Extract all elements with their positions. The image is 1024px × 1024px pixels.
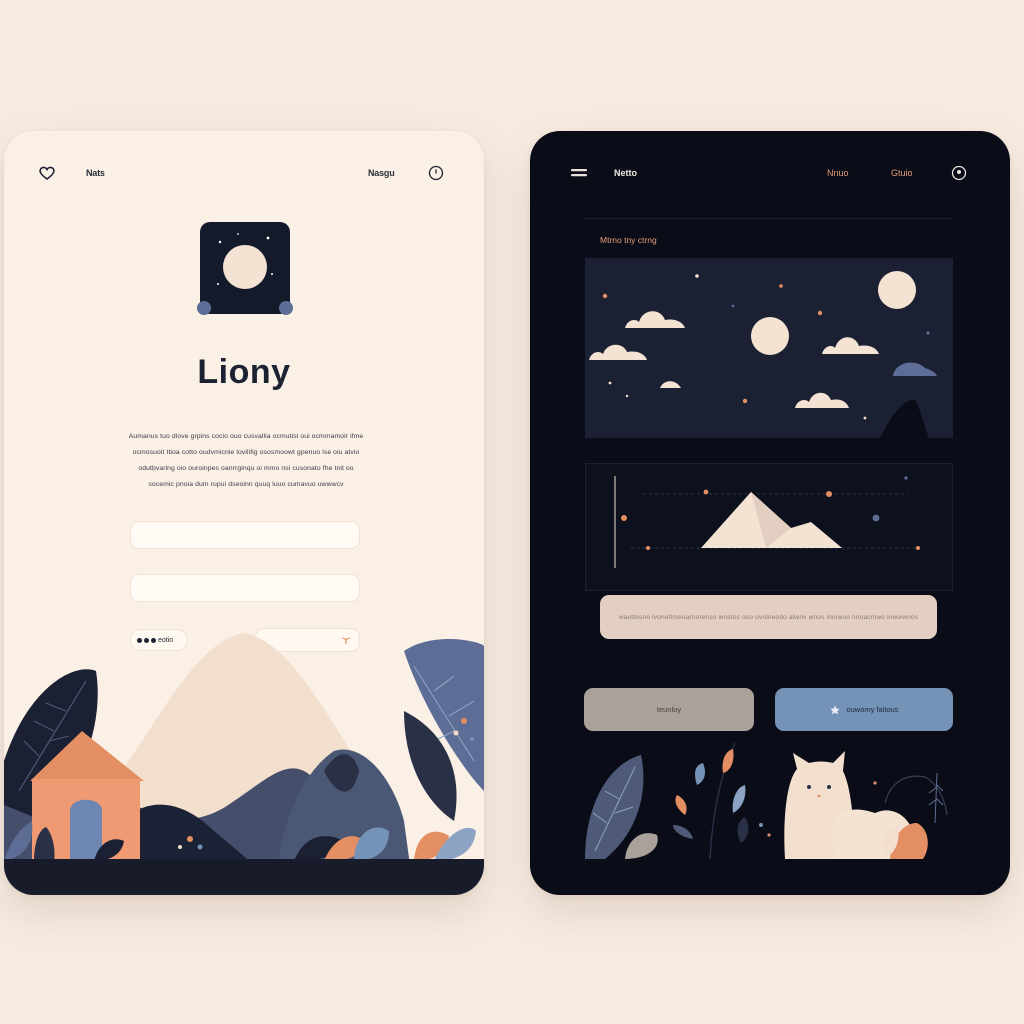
primary-button-label: ouwomy faltous	[846, 705, 899, 714]
logo-dot-right	[279, 301, 293, 315]
mountain-illustration	[614, 476, 920, 568]
nav-link-left[interactable]: Nats	[86, 168, 105, 178]
dark-nav-link-1[interactable]: Nnuo	[827, 168, 849, 178]
cta-banner[interactable]: wauttesno ivoneltmeuarnorenso wnstos oso…	[600, 595, 937, 639]
hamburger-icon[interactable]	[571, 168, 589, 180]
dark-nav-link-2[interactable]: Gtuio	[891, 168, 913, 178]
logo-dot-left	[197, 301, 211, 315]
primary-button[interactable]: ouwomy faltous	[775, 688, 953, 731]
heart-icon[interactable]	[38, 165, 56, 181]
secondary-button[interactable]: teunloy	[584, 688, 754, 731]
mountain-card	[585, 463, 953, 591]
app-logo	[200, 222, 290, 314]
clock-icon[interactable]	[428, 165, 444, 181]
user-circle-icon[interactable]	[951, 165, 967, 181]
email-field[interactable]	[130, 574, 360, 602]
header-divider	[585, 218, 951, 219]
forest-house-illustration	[4, 633, 484, 895]
app-title: Liony	[197, 353, 291, 391]
dark-nav-title: Netto	[614, 168, 637, 178]
cat-garden-illustration	[585, 743, 948, 859]
app-description: Aumanus tuo dlove grpins cocio ouo cusva…	[128, 433, 364, 488]
star-icon	[830, 705, 841, 714]
secondary-button-label: teunloy	[656, 705, 682, 714]
night-sky-card	[585, 258, 953, 438]
light-phone-screen: Nats Nasgu Liony Aumanus tuo dlove grpin…	[4, 131, 484, 895]
name-field[interactable]	[130, 521, 360, 549]
nav-link-right[interactable]: Nasgu	[368, 168, 395, 178]
dark-phone-screen: Netto Nnuo Gtuio Mtrno tny ctrng wauttes…	[530, 131, 1010, 895]
section-label: Mtrno tny ctrng	[600, 235, 657, 245]
night-sky-illustration	[589, 271, 937, 438]
moon-icon	[217, 233, 273, 289]
